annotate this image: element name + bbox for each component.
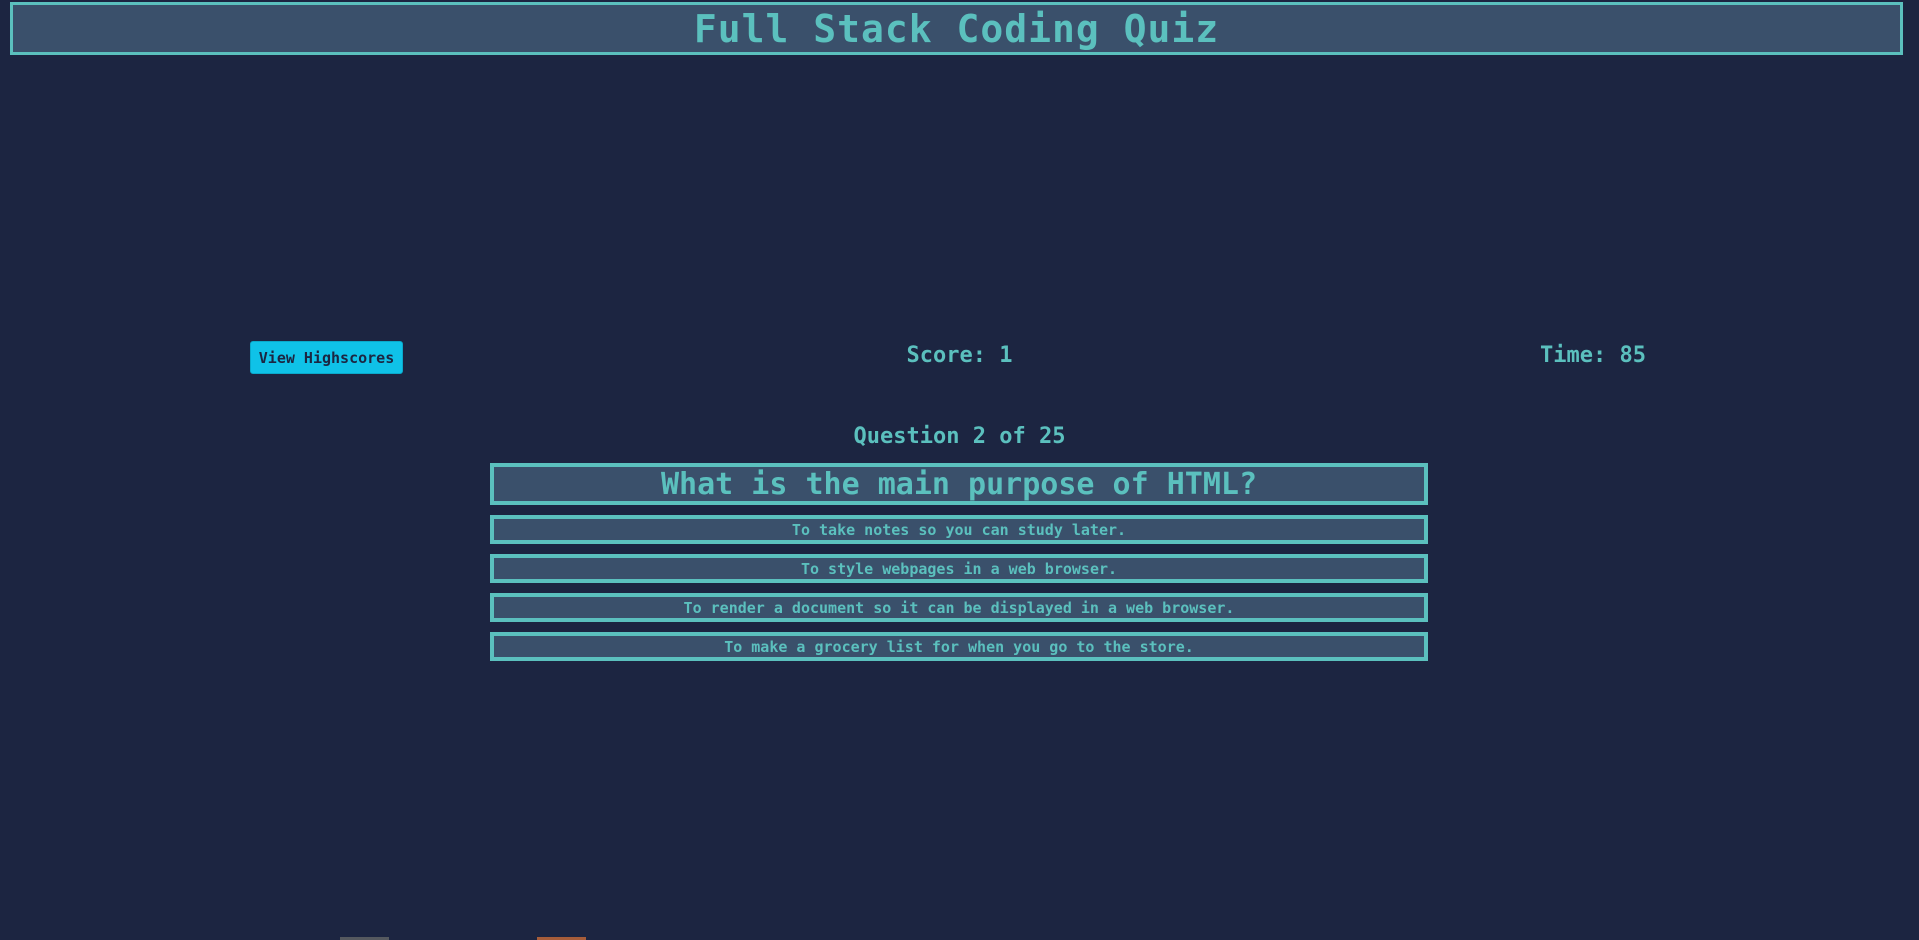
timer-display: Time: 85 [1540, 343, 1646, 368]
answer-option-4[interactable]: To make a grocery list for when you go t… [490, 632, 1428, 661]
quiz-page: Full Stack Coding Quiz View Highscores S… [0, 0, 1919, 940]
question-counter: Question 2 of 25 [853, 424, 1066, 449]
answer-option-2[interactable]: To style webpages in a web browser. [490, 554, 1428, 583]
page-header: Full Stack Coding Quiz [10, 2, 1903, 55]
answer-option-1[interactable]: To take notes so you can study later. [490, 515, 1428, 544]
answer-option-3[interactable]: To render a document so it can be displa… [490, 593, 1428, 622]
question-text: What is the main purpose of HTML? [660, 466, 1258, 502]
question-box: What is the main purpose of HTML? [490, 463, 1428, 505]
page-title: Full Stack Coding Quiz [693, 6, 1220, 51]
